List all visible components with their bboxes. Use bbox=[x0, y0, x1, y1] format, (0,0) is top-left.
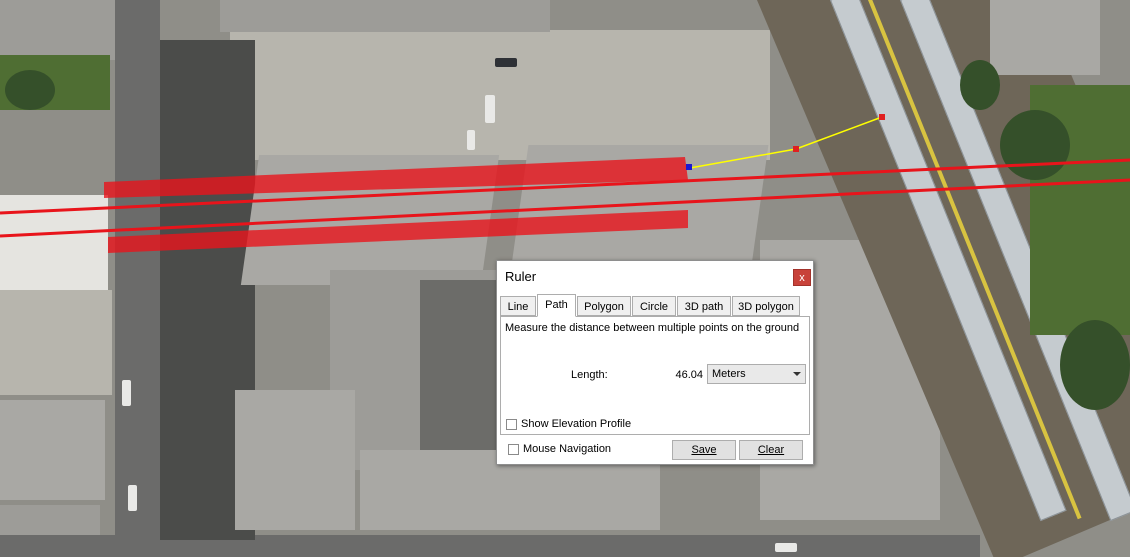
dialog-title: Ruler bbox=[505, 269, 537, 284]
tab-polygon[interactable]: Polygon bbox=[577, 296, 631, 316]
measure-tabs: Line Path Polygon Circle 3D path 3D poly… bbox=[500, 294, 810, 317]
tab-3d-polygon[interactable]: 3D polygon bbox=[732, 296, 800, 316]
red-overlay-band-upper bbox=[104, 157, 688, 198]
chevron-down-icon bbox=[793, 372, 801, 376]
clear-button-label: Clear bbox=[757, 444, 785, 456]
mouse-navigation-label[interactable]: Mouse Navigation bbox=[523, 443, 611, 455]
save-button[interactable]: Save bbox=[672, 440, 736, 460]
unit-dropdown[interactable]: Meters bbox=[707, 364, 806, 384]
tab-3d-polygon-label: 3D polygon bbox=[738, 301, 794, 313]
dialog-titlebar[interactable]: Ruler x bbox=[497, 261, 813, 292]
length-value: 46.04 bbox=[675, 369, 703, 381]
unit-selected-value: Meters bbox=[712, 368, 746, 380]
tab-line-label: Line bbox=[507, 301, 529, 313]
ruler-measure-path bbox=[689, 116, 883, 169]
close-button[interactable]: x bbox=[793, 269, 811, 286]
tab-path-label: Path bbox=[545, 299, 568, 311]
tab-line[interactable]: Line bbox=[500, 296, 536, 316]
close-icon: x bbox=[799, 272, 805, 284]
length-label: Length: bbox=[571, 369, 608, 381]
save-button-label: Save bbox=[691, 444, 717, 456]
show-elevation-label[interactable]: Show Elevation Profile bbox=[521, 418, 631, 430]
ruler-path-point-end[interactable] bbox=[879, 114, 885, 120]
tab-3d-path-label: 3D path bbox=[684, 301, 724, 313]
ruler-path-point-mid[interactable] bbox=[793, 146, 799, 152]
tab-circle[interactable]: Circle bbox=[632, 296, 676, 316]
tab-path[interactable]: Path bbox=[537, 294, 576, 317]
tab-polygon-label: Polygon bbox=[584, 301, 624, 313]
ruler-path-point-start[interactable] bbox=[686, 164, 692, 170]
tab-3d-path[interactable]: 3D path bbox=[677, 296, 731, 316]
show-elevation-checkbox[interactable] bbox=[506, 419, 517, 430]
ruler-dialog: Ruler x Line Path Polygon Circle 3D path… bbox=[496, 260, 814, 465]
measure-description: Measure the distance between multiple po… bbox=[505, 322, 800, 334]
clear-button[interactable]: Clear bbox=[739, 440, 803, 460]
mouse-navigation-checkbox[interactable] bbox=[508, 444, 519, 455]
tab-panel-path: Measure the distance between multiple po… bbox=[500, 316, 810, 435]
tab-circle-label: Circle bbox=[639, 301, 669, 313]
